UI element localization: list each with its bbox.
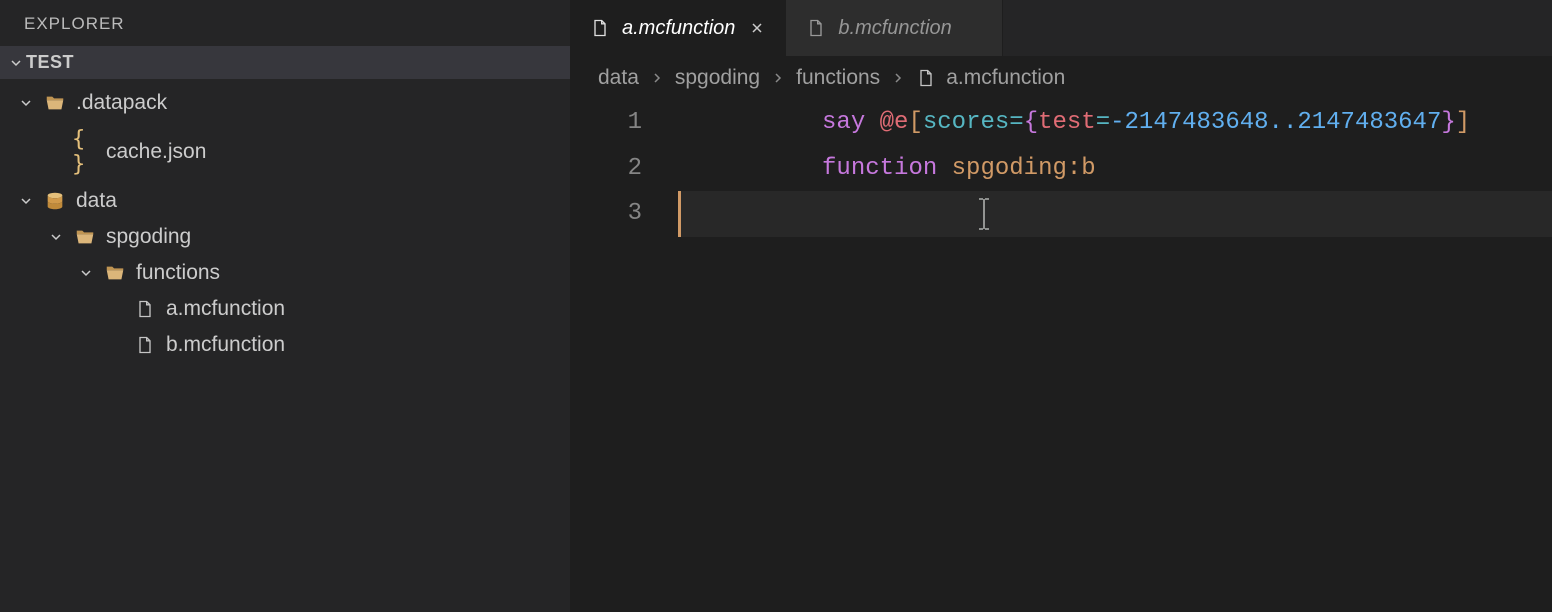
tree-folder-datapack[interactable]: .datapack xyxy=(0,85,570,121)
tab-a-mcfunction[interactable]: a.mcfunction xyxy=(570,0,786,56)
tab-label: a.mcfunction xyxy=(622,17,735,40)
chevron-down-icon xyxy=(8,55,24,71)
folder-open-icon xyxy=(72,226,98,248)
folder-open-icon xyxy=(102,262,128,284)
explorer-sidebar: EXPLORER TEST .datapack { } cache.json xyxy=(0,0,570,612)
line-number: 2 xyxy=(570,146,642,192)
tree-label: a.mcfunction xyxy=(166,297,285,321)
editor-area: a.mcfunction b.mcfunction data spgoding … xyxy=(570,0,1552,612)
token-namespace: spgoding:b xyxy=(952,155,1096,182)
token-equals: = xyxy=(1096,109,1110,136)
json-icon: { } xyxy=(72,127,98,177)
text-cursor-icon xyxy=(974,197,976,231)
chevron-down-icon xyxy=(18,193,34,209)
token-number: -2147483648..2147483647 xyxy=(1110,109,1441,136)
tree-folder-data[interactable]: data xyxy=(0,183,570,219)
tree-file-b[interactable]: b.mcfunction xyxy=(0,327,570,363)
close-icon[interactable] xyxy=(747,18,767,38)
file-icon xyxy=(806,18,826,38)
project-name: TEST xyxy=(26,52,74,73)
folder-open-icon xyxy=(42,92,68,114)
tree-folder-spgoding[interactable]: spgoding xyxy=(0,219,570,255)
tab-bar: a.mcfunction b.mcfunction xyxy=(570,0,1552,56)
file-icon xyxy=(590,18,610,38)
chevron-down-icon xyxy=(78,265,94,281)
tree-label: .datapack xyxy=(76,91,167,115)
close-placeholder xyxy=(964,18,984,38)
token-brace: } xyxy=(1441,109,1455,136)
chevron-right-icon xyxy=(649,70,665,86)
line-number: 1 xyxy=(570,100,642,146)
line-gutter: 1 2 3 xyxy=(570,98,678,237)
token-keyword: function xyxy=(822,155,952,182)
tree-label: spgoding xyxy=(106,225,191,249)
chevron-down-icon xyxy=(18,95,34,111)
tree-label: functions xyxy=(136,261,220,285)
tab-label: b.mcfunction xyxy=(838,17,951,40)
tree-label: cache.json xyxy=(106,140,206,164)
file-icon xyxy=(132,335,158,355)
breadcrumb-segment[interactable]: data xyxy=(598,66,639,90)
tree-label: b.mcfunction xyxy=(166,333,285,357)
tab-b-mcfunction[interactable]: b.mcfunction xyxy=(786,0,1002,56)
tree-file-cache[interactable]: { } cache.json xyxy=(0,121,570,183)
explorer-title: EXPLORER xyxy=(0,0,570,46)
database-icon xyxy=(42,190,68,212)
code-editor[interactable]: 1 2 3 say @e[scores={test=-2147483648..2… xyxy=(570,98,1552,237)
chevron-down-icon xyxy=(48,229,64,245)
tree-label: data xyxy=(76,189,117,213)
tree-folder-functions[interactable]: functions xyxy=(0,255,570,291)
project-header[interactable]: TEST xyxy=(0,46,570,79)
file-icon xyxy=(132,299,158,319)
code-lines[interactable]: say @e[scores={test=-2147483648..2147483… xyxy=(678,98,1552,237)
file-tree: .datapack { } cache.json data xyxy=(0,79,570,363)
token-bracket: ] xyxy=(1456,109,1470,136)
tree-file-a[interactable]: a.mcfunction xyxy=(0,291,570,327)
line-number: 3 xyxy=(570,191,642,237)
